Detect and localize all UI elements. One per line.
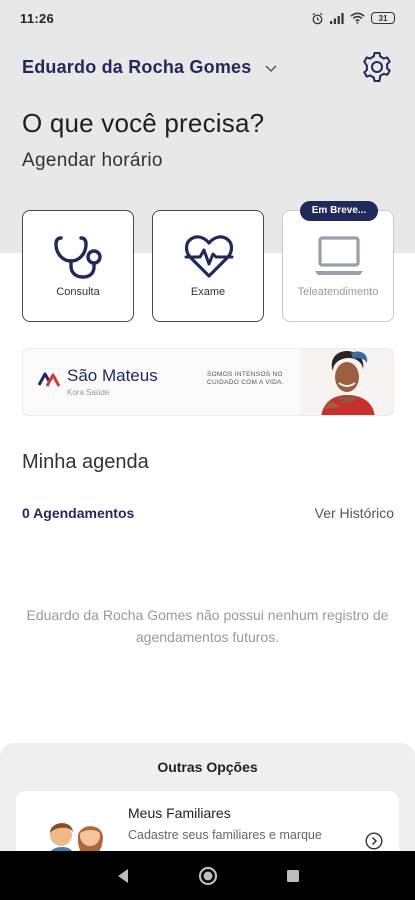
- app-screen: 11:26 31 Eduardo da Rocha Gomes O que vo…: [0, 0, 415, 900]
- empty-agenda-message: Eduardo da Rocha Gomes não possui nenhum…: [26, 607, 389, 645]
- agenda-title: Minha agenda: [22, 451, 149, 473]
- sao-mateus-logo: [38, 372, 60, 387]
- consulta-card[interactable]: Consulta: [22, 210, 134, 322]
- family-option-title: Meus Familiares: [128, 805, 231, 821]
- appointments-count: 0 Agendamentos: [22, 505, 135, 521]
- other-options-panel: Outras Opções Meus Familiares Cadastre s…: [0, 743, 415, 871]
- battery-icon: 31: [371, 12, 395, 24]
- other-options-title: Outras Opções: [157, 759, 258, 775]
- teleatendimento-card[interactable]: Teleatendimento: [282, 210, 394, 322]
- chevron-right-circle-icon[interactable]: [365, 832, 383, 850]
- header: Eduardo da Rocha Gomes: [22, 50, 394, 84]
- user-name[interactable]: Eduardo da Rocha Gomes: [22, 57, 251, 78]
- alarm-icon: [312, 12, 323, 24]
- section-subtitle: Agendar horário: [22, 150, 163, 171]
- back-icon[interactable]: [109, 862, 137, 890]
- banner-woman-photo: [301, 349, 393, 415]
- exame-card[interactable]: Exame: [152, 210, 264, 322]
- home-icon[interactable]: [194, 862, 222, 890]
- promo-banner[interactable]: São Mateus Kora Saúde SOMOS INTENSOS NO …: [22, 348, 394, 416]
- recents-icon[interactable]: [279, 862, 307, 890]
- signal-icon: [330, 12, 344, 24]
- teleatendimento-label: Teleatendimento: [297, 286, 379, 298]
- consulta-label: Consulta: [56, 286, 100, 298]
- history-link[interactable]: Ver Histórico: [315, 505, 394, 521]
- exame-label: Exame: [190, 286, 226, 298]
- gear-icon[interactable]: [360, 50, 394, 84]
- status-time: 11:26: [20, 10, 55, 26]
- banner-subbrand: Kora Saúde: [67, 388, 110, 397]
- heartbeat-icon: [181, 233, 237, 281]
- chevron-down-icon[interactable]: [265, 65, 277, 73]
- stethoscope-icon: [51, 233, 107, 281]
- page-title: O que você precisa?: [22, 108, 265, 138]
- coming-soon-badge: Em Breve...: [300, 201, 378, 221]
- wifi-icon: [350, 12, 365, 24]
- banner-slogan: SOMOS INTENSOS NO CUIDADO COM A VIDA.: [207, 371, 284, 386]
- system-navigation-bar: [0, 851, 415, 900]
- status-bar: 11:26 31: [0, 0, 415, 36]
- banner-brand: São Mateus: [67, 366, 158, 385]
- family-option-description: Cadastre seus familiares e marque: [128, 828, 322, 842]
- laptop-icon: [311, 233, 367, 281]
- status-icons: 31: [311, 12, 395, 25]
